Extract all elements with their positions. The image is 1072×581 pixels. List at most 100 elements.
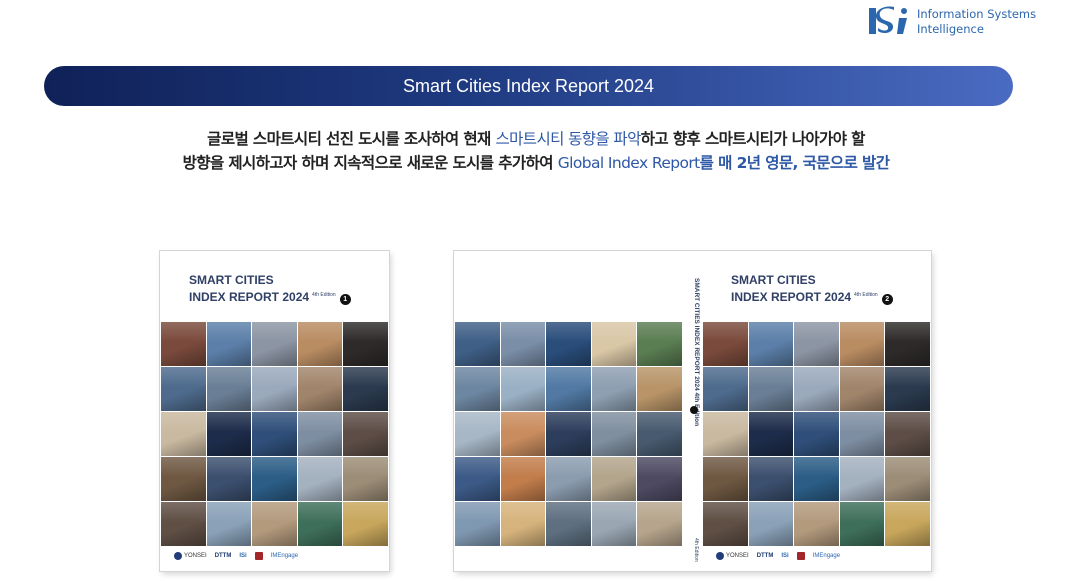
cover1-title: SMART CITIES INDEX REPORT 2024 4th Editio…: [189, 273, 351, 305]
city-photo-tile: [206, 457, 252, 501]
desc-line1-highlight: 스마트시티 동향을 파악: [495, 130, 641, 148]
city-photo-tile: [500, 367, 546, 411]
city-photo-tile: [546, 502, 591, 546]
city-photo-tile: [839, 367, 885, 411]
city-photo-tile: [637, 502, 682, 546]
city-photo-tile: [455, 322, 500, 366]
city-photo-tile: [885, 322, 930, 366]
yonsei-logo: YONSEI: [174, 552, 207, 560]
city-photo-tile: [885, 412, 930, 456]
city-photo-tile: [500, 322, 546, 366]
city-photo-tile: [794, 502, 839, 546]
city-photo-tile: [703, 322, 748, 366]
cover2-spine-title: SMART CITIES INDEX REPORT 2024 4th Editi…: [693, 278, 700, 427]
city-photo-tile: [252, 502, 297, 546]
cover1-edition: 4th Edition: [312, 292, 336, 298]
city-photo-tile: [161, 412, 206, 456]
cover2-edition: 4th Edition: [854, 292, 878, 298]
banner-title: Smart Cities Index Report 2024: [402, 75, 655, 96]
city-photo-tile: [839, 412, 885, 456]
city-photo-tile: [794, 457, 839, 501]
cover2-partner-logos: YONSEI DTTM ISi IMEngage: [716, 552, 840, 560]
city-photo-tile: [343, 457, 388, 501]
city-photo-tile: [748, 367, 794, 411]
city-photo-tile: [637, 457, 682, 501]
city-photo-tile: [703, 502, 748, 546]
cambridge-logo: [254, 552, 263, 560]
city-photo-tile: [637, 322, 682, 366]
cover1-title-line2: INDEX REPORT 2024: [189, 290, 310, 304]
city-photo-tile: [206, 502, 252, 546]
cover2-title-line1: SMART CITIES: [731, 273, 816, 287]
city-photo-tile: [637, 367, 682, 411]
city-photo-tile: [500, 457, 546, 501]
city-photo-tile: [252, 322, 297, 366]
city-photo-tile: [206, 412, 252, 456]
description-line1: 글로벌 스마트시티 선진 도시를 조사하여 현재 스마트시티 동향을 파악하고 …: [0, 126, 1072, 152]
city-photo-tile: [748, 412, 794, 456]
cover2-spine-badge: [690, 406, 698, 414]
city-photo-tile: [703, 367, 748, 411]
cambridge-logo: [796, 552, 805, 560]
city-photo-tile: [343, 322, 388, 366]
city-photo-tile: [591, 367, 637, 411]
city-photo-tile: [500, 502, 546, 546]
cover2-title-line2: INDEX REPORT 2024: [731, 290, 852, 304]
city-photo-tile: [161, 457, 206, 501]
desc-line1-text-a: 글로벌 스마트시티 선진 도시를 조사하여 현재: [207, 130, 496, 148]
isi-logo: Information Systems Intelligence: [866, 4, 1036, 38]
city-photo-tile: [343, 367, 388, 411]
imengage-logo: IMEngage: [812, 553, 841, 559]
imengage-logo: IMEngage: [270, 553, 299, 559]
city-photo-tile: [455, 412, 500, 456]
isi-small-logo: ISi: [239, 553, 247, 559]
city-photo-tile: [252, 457, 297, 501]
isi-small-logo: ISi: [781, 553, 789, 559]
cover2-volume-badge: 2: [881, 294, 893, 305]
city-photo-tile: [546, 412, 591, 456]
isi-logo-mark: [869, 6, 907, 34]
city-photo-tile: [839, 502, 885, 546]
city-photo-tile: [885, 457, 930, 501]
city-photo-tile: [591, 457, 637, 501]
city-photo-tile: [839, 457, 885, 501]
city-photo-tile: [794, 322, 839, 366]
description-line2: 방향을 제시하고자 하며 지속적으로 새로운 도시를 추가하여 Global I…: [0, 150, 1072, 176]
city-photo-tile: [455, 457, 500, 501]
desc-line2-text-a: 방향을 제시하고자 하며 지속적으로 새로운 도시를 추가하여: [182, 154, 558, 172]
cover2-title: SMART CITIES INDEX REPORT 2024 4th Editio…: [731, 273, 893, 305]
yonsei-logo: YONSEI: [716, 552, 749, 560]
city-photo-tile: [591, 322, 637, 366]
city-photo-tile: [591, 412, 637, 456]
city-photo-tile: [297, 322, 343, 366]
city-photo-tile: [161, 502, 206, 546]
cover2-back-photo-grid: [455, 322, 682, 546]
city-photo-tile: [297, 412, 343, 456]
report-cover-volume-1[interactable]: SMART CITIES INDEX REPORT 2024 4th Editio…: [160, 251, 389, 571]
city-photo-tile: [794, 412, 839, 456]
title-banner: Smart Cities Index Report 2024: [44, 66, 1013, 106]
city-photo-tile: [748, 502, 794, 546]
city-photo-tile: [748, 457, 794, 501]
cover1-volume-badge: 1: [339, 294, 351, 305]
city-photo-tile: [206, 367, 252, 411]
cover1-title-line1: SMART CITIES: [189, 273, 274, 287]
city-photo-tile: [297, 457, 343, 501]
dttm-logo: DTTM: [214, 553, 232, 559]
logo-line2: Intelligence: [917, 22, 984, 36]
desc-line2-highlight: Global Index Report: [557, 154, 701, 172]
city-photo-tile: [637, 412, 682, 456]
cover2-front-photo-grid: [703, 322, 930, 546]
city-photo-tile: [703, 457, 748, 501]
cover1-photo-grid: [161, 322, 388, 546]
city-photo-tile: [343, 502, 388, 546]
city-photo-tile: [343, 412, 388, 456]
city-photo-tile: [297, 367, 343, 411]
city-photo-tile: [161, 322, 206, 366]
city-photo-tile: [500, 412, 546, 456]
cover1-partner-logos: YONSEI DTTM ISi IMEngage: [174, 552, 298, 560]
desc-line2-highlight-b: 를 매 2년 영문, 국문으로 발간: [699, 154, 890, 172]
city-photo-tile: [794, 367, 839, 411]
isi-logo-text: Information Systems Intelligence: [917, 7, 1036, 37]
city-photo-tile: [546, 367, 591, 411]
